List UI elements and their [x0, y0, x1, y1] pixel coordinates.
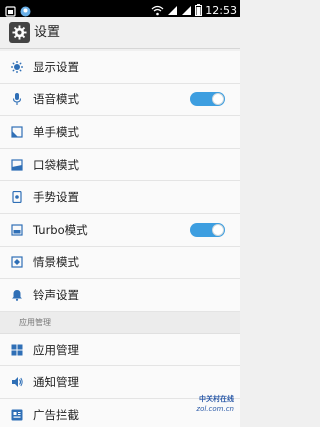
setting-pocket-mode[interactable]: 口袋模式: [0, 148, 240, 182]
setting-label: 通知管理: [33, 375, 79, 390]
display-icon: [11, 60, 23, 73]
watermark-line2: zol.com.cn: [196, 405, 234, 413]
setting-ringtone[interactable]: 铃声设置: [0, 279, 240, 312]
setting-label: 应用管理: [33, 342, 79, 357]
setting-label: 手势设置: [33, 190, 79, 205]
watermark-logo: 中关村在线 zol.com.cn: [176, 394, 236, 422]
ad-block-icon: [11, 409, 23, 421]
setting-label: 显示设置: [33, 59, 79, 74]
setting-voice-mode[interactable]: 语音模式: [0, 83, 240, 117]
setting-label: 口袋模式: [33, 157, 79, 172]
status-bar: 12:53: [0, 0, 240, 17]
apps-grid-icon: [11, 344, 23, 356]
section-header: 应用管理: [0, 311, 240, 334]
scene-icon: [11, 256, 23, 268]
gesture-icon: [11, 191, 23, 204]
setting-label: 广告拦截: [33, 407, 79, 422]
toggle-knob: [212, 223, 224, 236]
pocket-icon: [11, 158, 23, 171]
setting-label: 铃声设置: [33, 287, 79, 302]
setting-gesture[interactable]: 手势设置: [0, 181, 240, 214]
gear-icon[interactable]: [9, 22, 30, 43]
notification-icon: [11, 376, 23, 388]
page-title: 设置: [34, 25, 61, 40]
setting-one-hand-mode[interactable]: 单手模式: [0, 116, 240, 149]
bell-icon: [11, 289, 23, 301]
setting-turbo-mode[interactable]: Turbo模式: [0, 213, 240, 247]
watermark-line1: 中关村在线: [199, 395, 234, 403]
setting-app-management[interactable]: 应用管理: [0, 333, 240, 367]
setting-scene-mode[interactable]: 情景模式: [0, 246, 240, 280]
turbo-icon: [11, 224, 23, 236]
toggle-knob: [212, 93, 224, 106]
microphone-icon: [11, 93, 23, 106]
one-hand-icon: [11, 126, 23, 138]
setting-label: 情景模式: [33, 255, 79, 270]
voice-mode-toggle[interactable]: [190, 92, 225, 107]
setting-label: Turbo模式: [33, 222, 88, 237]
turbo-mode-toggle[interactable]: [190, 222, 225, 237]
status-time: 12:53: [205, 4, 237, 17]
setting-display[interactable]: 显示设置: [0, 51, 240, 84]
settings-list: 显示设置 语音模式 单手模式 口袋模式 手势设置 Turbo模式 情景模式 铃声…: [0, 51, 240, 427]
app-bar: 设置: [0, 17, 240, 49]
section-header-label: 应用管理: [19, 317, 51, 327]
setting-label: 单手模式: [33, 124, 79, 139]
setting-label: 语音模式: [33, 92, 79, 107]
